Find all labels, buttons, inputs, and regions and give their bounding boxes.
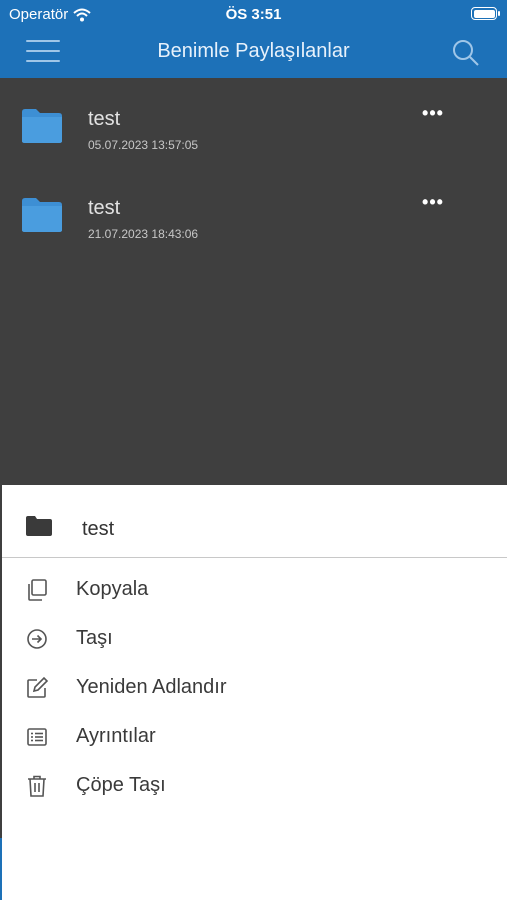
move-action[interactable]: Taşı: [2, 617, 507, 661]
status-time: ÖS 3:51: [225, 6, 282, 23]
trash-icon: [28, 775, 46, 797]
copy-icon: [28, 579, 47, 601]
move-label: Taşı: [76, 627, 113, 649]
list-item[interactable]: test 05.07.2023 13:57:05 •••: [0, 78, 507, 167]
folder-icon: [22, 109, 62, 143]
rename-action[interactable]: Yeniden Adlandır: [2, 666, 507, 710]
more-options-button[interactable]: •••: [418, 193, 448, 217]
details-icon: [27, 728, 47, 746]
file-date: 21.07.2023 18:43:06: [88, 227, 199, 241]
rename-icon: [27, 676, 49, 698]
folder-icon: [22, 198, 62, 232]
folder-icon: [26, 516, 52, 536]
trash-label: Çöpe Taşı: [76, 774, 166, 796]
action-sheet: test Kopyala Taşı Yeniden Adlandır Ayrın…: [2, 485, 507, 900]
more-options-button[interactable]: •••: [418, 104, 448, 128]
details-label: Ayrıntılar: [76, 725, 156, 747]
trash-action[interactable]: Çöpe Taşı: [2, 764, 507, 808]
file-name: test: [88, 108, 121, 130]
move-icon: [27, 629, 47, 649]
file-list: test 05.07.2023 13:57:05 ••• test 21.07.…: [0, 78, 507, 484]
copy-label: Kopyala: [76, 578, 149, 600]
sheet-header: test: [2, 485, 507, 558]
list-item[interactable]: test 21.07.2023 18:43:06 •••: [0, 167, 507, 256]
battery-icon: [471, 7, 500, 20]
status-bar: Operatör ÖS 3:51: [0, 0, 507, 28]
search-icon[interactable]: [451, 38, 481, 68]
rename-label: Yeniden Adlandır: [76, 676, 227, 698]
details-action[interactable]: Ayrıntılar: [2, 715, 507, 759]
navigation-bar: Benimle Paylaşılanlar: [0, 28, 507, 78]
file-name: test: [88, 197, 121, 219]
page-title: Benimle Paylaşılanlar: [157, 40, 350, 62]
file-date: 05.07.2023 13:57:05: [88, 138, 199, 152]
sheet-title: test: [82, 518, 115, 540]
app-header: Operatör ÖS 3:51 Benimle Paylaşılanlar: [0, 0, 507, 78]
copy-action[interactable]: Kopyala: [2, 568, 507, 612]
